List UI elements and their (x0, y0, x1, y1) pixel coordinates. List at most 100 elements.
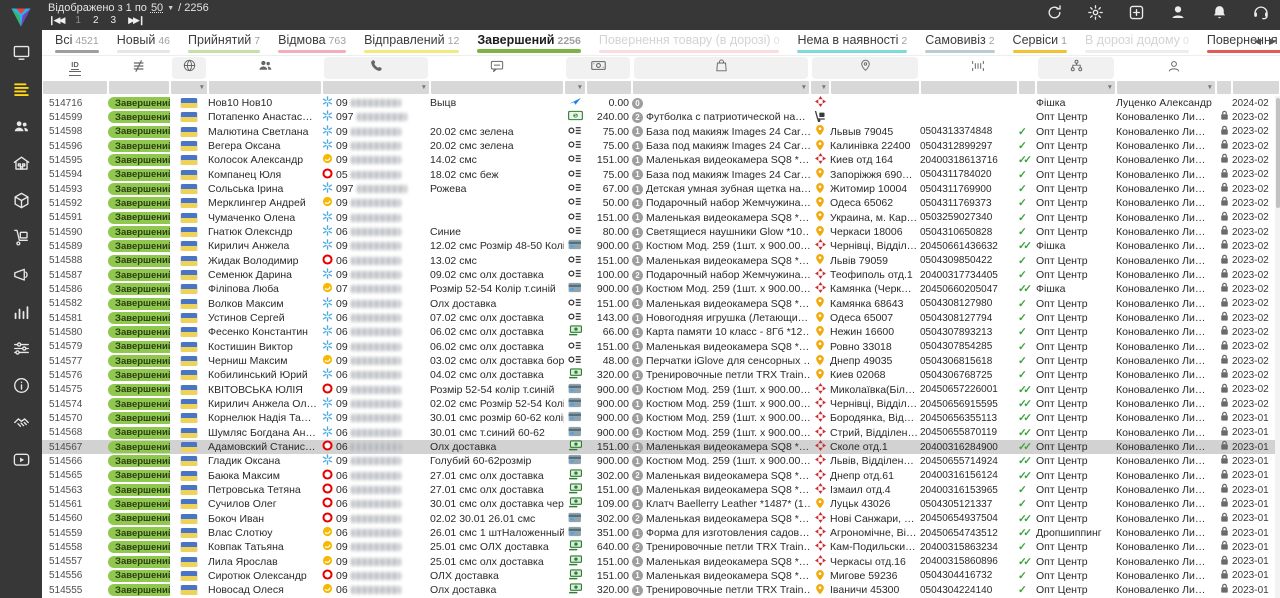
filter-input-delivery[interactable]: ▼ (811, 81, 829, 94)
table-row[interactable]: 514560ЗавершенийБокоч Иван0902.02 30.01 … (42, 512, 1280, 526)
table-row[interactable]: 514595ЗавершенийКолосок Александр0914.02… (42, 153, 1280, 167)
refresh-icon[interactable] (1046, 4, 1063, 21)
page-size-select[interactable]: 50 (151, 2, 163, 14)
support-headset-icon[interactable] (1252, 3, 1270, 21)
table-row[interactable]: 514598ЗавершенийМалютина Светлана0920.02… (42, 125, 1280, 139)
filter-input-country[interactable]: ▼ (171, 81, 207, 94)
vertical-scrollbar[interactable] (1275, 96, 1280, 598)
tab-scroll-left-icon[interactable]: ◀ (1254, 36, 1261, 47)
scrollbar-thumb[interactable] (1276, 98, 1280, 208)
filter-dropdown-icon[interactable]: ▼ (199, 84, 205, 91)
page-button-2[interactable]: 2 (93, 15, 99, 26)
tab-8[interactable]: Нема в наявності2 (797, 33, 907, 53)
table-row[interactable]: 514587ЗавершенийСеменюк Дарина0909.02 см… (42, 268, 1280, 282)
filter-dropdown-icon[interactable]: ▼ (821, 84, 827, 91)
table-row[interactable]: 514559ЗавершенийВлас Слотюу0626.01 смс 1… (42, 526, 1280, 540)
sidebar-item-company[interactable] (0, 147, 42, 184)
column-header-payment[interactable] (564, 57, 632, 79)
table-row[interactable]: 514594ЗавершенийКомпанец Юля0518.02 смс … (42, 168, 1280, 182)
table-row[interactable]: 514558ЗавершенийКовпак Татьяна0925.01 см… (42, 540, 1280, 554)
tab-2[interactable]: Новый46 (117, 33, 170, 53)
table-row[interactable]: 514563ЗавершенийПетровська Тетяна0627.01… (42, 483, 1280, 497)
filter-input-city[interactable] (831, 81, 919, 94)
column-header-manager[interactable] (1116, 57, 1232, 79)
filter-dropdown-icon[interactable]: ▼ (577, 84, 583, 91)
filter-input-client[interactable] (209, 81, 321, 94)
column-header-tracking[interactable] (920, 57, 1036, 79)
filter-input-date[interactable] (1233, 81, 1279, 94)
filter-input-locked[interactable] (1217, 81, 1231, 94)
filter-input-comment[interactable] (431, 81, 563, 94)
table-row[interactable]: 514716ЗавершенийНов10 Нов1009Выцв0.000Фі… (42, 96, 1280, 110)
page-button-3[interactable]: 3 (111, 15, 117, 26)
table-row[interactable]: 514561ЗавершенийСучилов Олег0630.01 смс … (42, 497, 1280, 511)
settings-gear-icon[interactable] (1087, 4, 1104, 21)
tab-4[interactable]: Відмова763 (278, 33, 346, 53)
column-header-products[interactable] (632, 57, 810, 79)
filter-input-source[interactable]: ▼ (1037, 81, 1115, 94)
table-row[interactable]: 514567ЗавершенийАдамовский Станис…06Олх … (42, 440, 1280, 454)
table-row[interactable]: 514570ЗавершенийКорнелюк Надія Та…0930.0… (42, 411, 1280, 425)
sidebar-item-settings[interactable] (0, 332, 42, 369)
last-page-button[interactable]: ▶▶❙ (128, 15, 143, 26)
sidebar-item-clients[interactable] (0, 110, 42, 147)
column-header-status[interactable] (108, 57, 170, 79)
column-header-country[interactable] (170, 57, 208, 79)
sidebar-item-info[interactable] (0, 369, 42, 406)
filter-dropdown-icon[interactable]: ▼ (1207, 84, 1213, 91)
tab-3[interactable]: Прийнятий7 (188, 33, 260, 53)
first-page-button[interactable]: ❙◀◀ (48, 15, 63, 26)
filter-input-tracking-number[interactable] (921, 81, 1017, 94)
tab-11[interactable]: В дорозі додому0 (1085, 33, 1189, 53)
table-row[interactable]: 514577ЗавершенийЧерниш Максим0903.02 смс… (42, 354, 1280, 368)
tab-scroll-right-icon[interactable]: ▶ (1269, 36, 1276, 47)
tab-7[interactable]: Повернення товару (в дорозі)0 (599, 33, 780, 53)
filter-dropdown-icon[interactable]: ▼ (421, 84, 427, 91)
table-row[interactable]: 514555ЗавершенийНовосад Олеся06Олх доста… (42, 583, 1280, 597)
chevron-down-icon[interactable]: ▼ (167, 5, 174, 12)
filter-dropdown-icon[interactable]: ▼ (801, 84, 807, 91)
table-row[interactable]: 514581ЗавершенийУстинов Сергей0607.02 см… (42, 311, 1280, 325)
column-header-source[interactable] (1036, 57, 1116, 79)
tab-6[interactable]: Завершений2256 (477, 33, 581, 53)
filter-input-payment[interactable]: ▼ (565, 81, 585, 94)
filter-input-products[interactable]: ▼ (633, 81, 809, 94)
sidebar-item-marketing[interactable] (0, 258, 42, 295)
table-row[interactable]: 514593ЗавершенийСольська Ірина097Рожева6… (42, 182, 1280, 196)
profile-icon[interactable] (1169, 3, 1187, 21)
table-row[interactable]: 514566ЗавершенийГладик Оксана09Голубий 6… (42, 454, 1280, 468)
table-row[interactable]: 514580ЗавершенийФесенко Константин0606.0… (42, 325, 1280, 339)
tab-10[interactable]: Сервіси1 (1013, 33, 1067, 53)
table-row[interactable]: 514592ЗавершенийМерклингер Андрей0950.00… (42, 196, 1280, 210)
table-row[interactable]: 514589ЗавершенийКирилич Анжела0912.02 см… (42, 239, 1280, 253)
add-new-icon[interactable] (1128, 4, 1145, 21)
filter-input-manager[interactable]: ▼ (1117, 81, 1215, 94)
table-row[interactable]: 514565ЗавершенийБаюка Максим0627.01 смс … (42, 469, 1280, 483)
table-row[interactable]: 514590ЗавершенийГнатюк Олексндр06Синие80… (42, 225, 1280, 239)
column-header-client[interactable] (208, 57, 322, 79)
sidebar-item-dashboard[interactable] (0, 36, 42, 73)
filter-input-id[interactable] (43, 81, 107, 94)
sidebar-item-orders[interactable] (0, 73, 42, 110)
filter-input-delivery-check[interactable] (1019, 81, 1035, 94)
filter-dropdown-icon[interactable]: ▼ (1107, 84, 1113, 91)
table-row[interactable]: 514556ЗавершенийСиротюк Олександр09ОЛХ д… (42, 569, 1280, 583)
filter-input-phone[interactable]: ▼ (323, 81, 429, 94)
app-logo-icon[interactable] (4, 2, 38, 32)
sidebar-item-tutorials[interactable] (0, 443, 42, 480)
column-header-city[interactable] (810, 57, 920, 79)
sidebar-item-products[interactable] (0, 184, 42, 221)
table-row[interactable]: 514574ЗавершенийКирилич Анжела Ол…0902.0… (42, 397, 1280, 411)
table-row[interactable]: 514588ЗавершенийЖидак Володимир0613.02 с… (42, 254, 1280, 268)
table-row[interactable]: 514575ЗавершенийКВІТОВСЬКА ЮЛІЯ09Розмір … (42, 383, 1280, 397)
tab-5[interactable]: Відправлений12 (364, 33, 459, 53)
filter-input-amount[interactable] (587, 81, 631, 94)
table-row[interactable]: 514599ЗавершенийПотапенко Анастас…097$24… (42, 110, 1280, 124)
column-header-phone[interactable] (322, 57, 430, 79)
column-header-id[interactable]: ID (42, 57, 108, 79)
sidebar-item-purchases[interactable] (0, 221, 42, 258)
table-row[interactable]: 514591ЗавершенийЧумаченко Олена09151.001… (42, 211, 1280, 225)
table-row[interactable]: 514579ЗавершенийКостишин Виктор0906.02 с… (42, 340, 1280, 354)
sidebar-item-statistics[interactable] (0, 295, 42, 332)
column-header-comment[interactable] (430, 57, 564, 79)
